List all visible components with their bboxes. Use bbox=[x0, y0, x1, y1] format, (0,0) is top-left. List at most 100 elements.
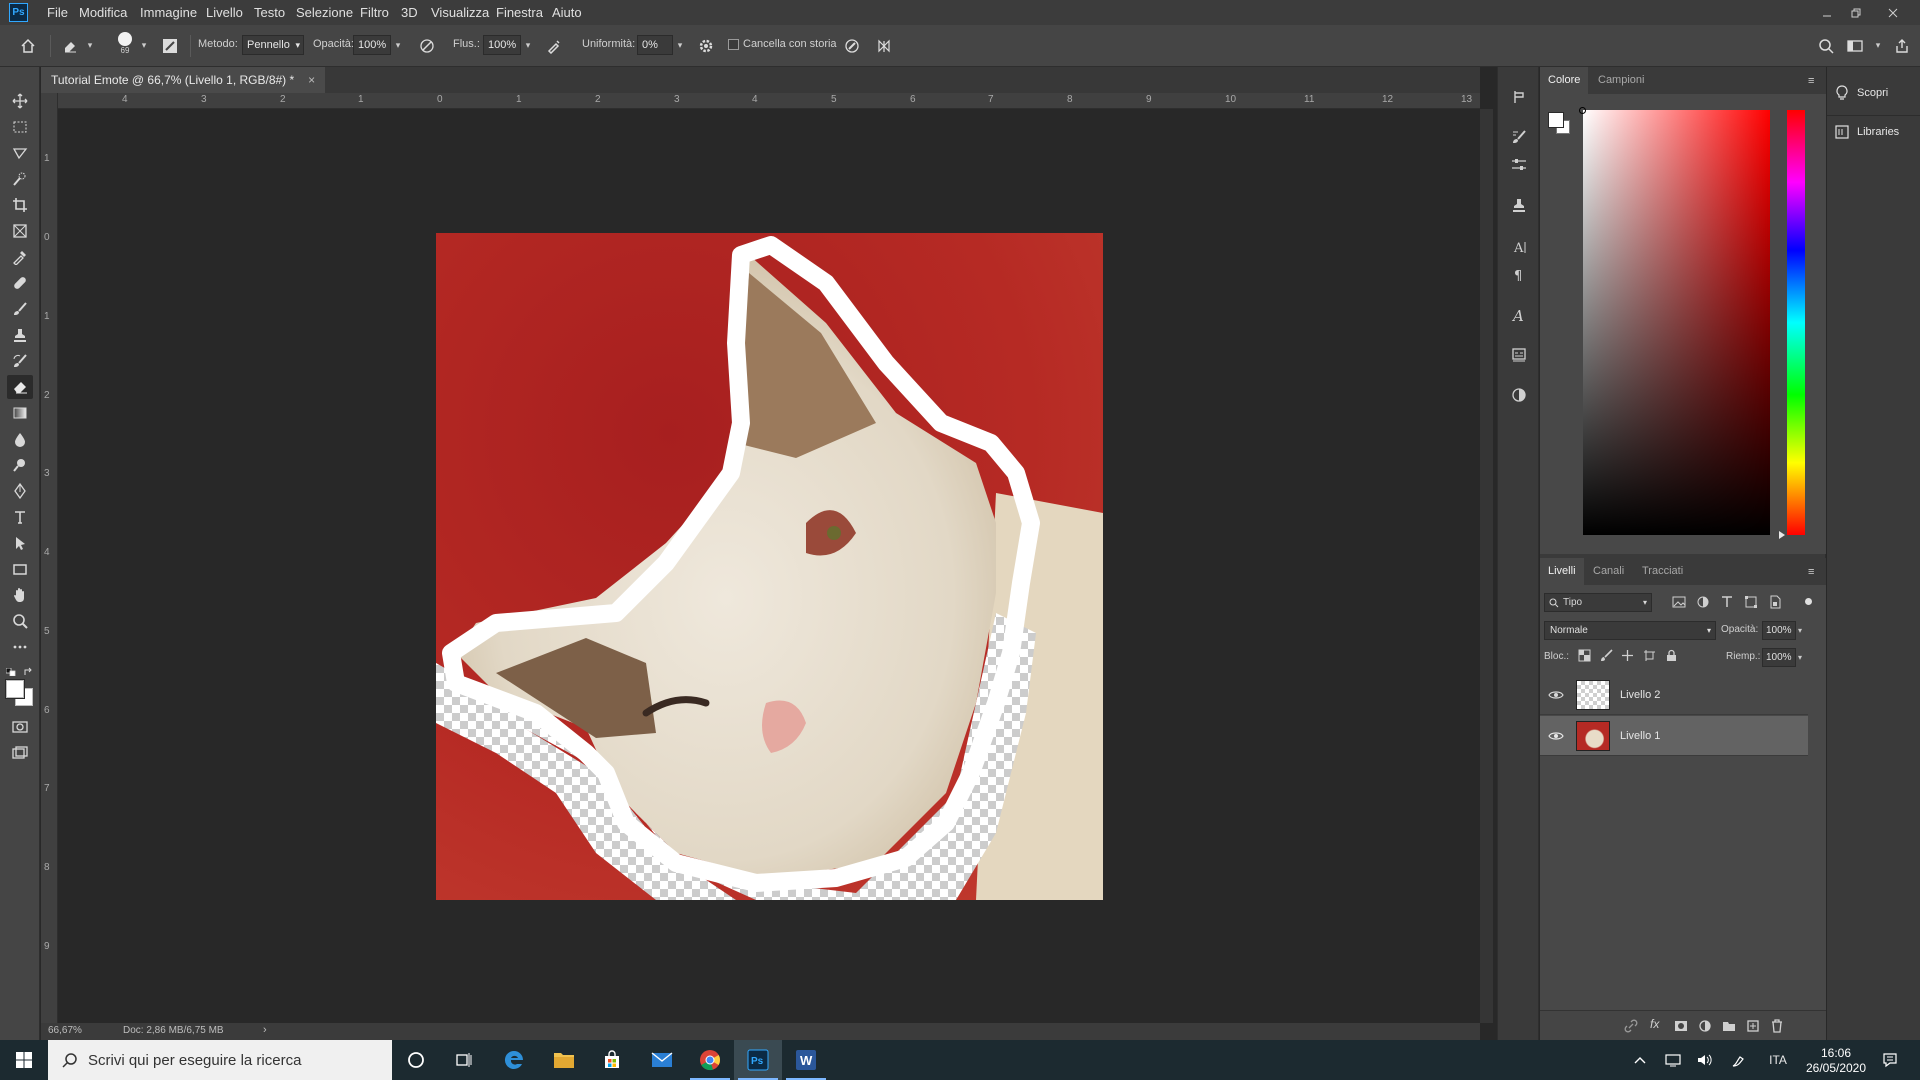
workspace-chevron[interactable]: ▾ bbox=[1871, 35, 1885, 55]
menu-filtro[interactable]: Filtro bbox=[353, 0, 396, 25]
new-adjustment-button[interactable] bbox=[1698, 1019, 1712, 1033]
layer-filter-select[interactable]: Tipo ▾ bbox=[1544, 593, 1652, 612]
panel-menu-icon[interactable]: ≡ bbox=[1808, 75, 1814, 87]
foreground-color-swatch[interactable] bbox=[6, 680, 24, 698]
lock-pixels-button[interactable] bbox=[1600, 649, 1613, 662]
horizontal-ruler[interactable]: 4 3 2 1 0 1 2 3 4 5 6 7 8 9 10 11 12 13 bbox=[58, 93, 1480, 109]
photoshop-app[interactable]: Ps bbox=[734, 1040, 782, 1080]
lock-artboard-button[interactable] bbox=[1643, 649, 1656, 662]
filter-toggle[interactable] bbox=[1805, 598, 1812, 605]
symmetry-button[interactable] bbox=[872, 34, 896, 58]
layer-row[interactable]: Livello 2 bbox=[1540, 675, 1808, 715]
healing-brush-tool[interactable] bbox=[7, 271, 33, 295]
pen-workspace-button[interactable] bbox=[1724, 1040, 1754, 1080]
dodge-tool[interactable] bbox=[7, 453, 33, 477]
lasso-tool[interactable] bbox=[7, 141, 33, 165]
pressure-size-button[interactable] bbox=[840, 34, 864, 58]
input-language[interactable]: ITA bbox=[1760, 1040, 1796, 1080]
flow-input[interactable]: 100% bbox=[483, 35, 521, 55]
method-select[interactable]: Pennello ▾ bbox=[242, 35, 304, 55]
brush-settings-button[interactable] bbox=[158, 34, 182, 58]
file-explorer-app[interactable] bbox=[540, 1040, 588, 1080]
filter-pixel-button[interactable] bbox=[1672, 595, 1686, 609]
paragraph-panel-button[interactable]: ¶ bbox=[1507, 263, 1531, 287]
tab-livelli[interactable]: Livelli bbox=[1540, 558, 1584, 585]
restore-button[interactable] bbox=[1837, 0, 1875, 25]
adjustments-layer-button[interactable] bbox=[1507, 383, 1531, 407]
smoothing-slider-chevron[interactable]: ▾ bbox=[673, 35, 687, 55]
delete-layer-button[interactable] bbox=[1770, 1019, 1784, 1033]
menu-livello[interactable]: Livello bbox=[199, 0, 250, 25]
gradient-tool[interactable] bbox=[7, 401, 33, 425]
flow-slider-chevron[interactable]: ▾ bbox=[521, 35, 535, 55]
menu-3d[interactable]: 3D bbox=[394, 0, 425, 25]
clock[interactable]: 16:06 26/05/2020 bbox=[1798, 1043, 1874, 1079]
edit-toolbar-button[interactable] bbox=[7, 635, 33, 659]
filter-adjustment-button[interactable] bbox=[1696, 595, 1710, 609]
lock-all-button[interactable] bbox=[1665, 649, 1678, 662]
status-chevron-icon[interactable]: › bbox=[263, 1024, 267, 1036]
pressure-opacity-button[interactable] bbox=[415, 34, 439, 58]
brush-settings-panel-button[interactable] bbox=[1507, 125, 1531, 149]
layer-name[interactable]: Livello 1 bbox=[1620, 730, 1660, 742]
tool-preset-picker[interactable] bbox=[58, 34, 82, 58]
brush-tool[interactable] bbox=[7, 297, 33, 321]
panel-menu-icon[interactable]: ≡ bbox=[1808, 566, 1814, 578]
eye-icon[interactable] bbox=[1548, 687, 1564, 703]
quick-selection-tool[interactable] bbox=[7, 167, 33, 191]
opacity-input[interactable]: 100% bbox=[353, 35, 391, 55]
foreground-swatch[interactable] bbox=[1548, 112, 1564, 128]
fill-chevron[interactable]: ▾ bbox=[1798, 648, 1802, 667]
action-center-button[interactable] bbox=[1872, 1040, 1908, 1080]
chrome-app[interactable] bbox=[686, 1040, 734, 1080]
tab-campioni[interactable]: Campioni bbox=[1590, 67, 1652, 94]
type-tool[interactable] bbox=[7, 505, 33, 529]
hue-slider[interactable] bbox=[1787, 110, 1805, 535]
hand-tool[interactable] bbox=[7, 583, 33, 607]
document-canvas[interactable] bbox=[436, 233, 1103, 900]
close-tab-icon[interactable]: × bbox=[308, 67, 315, 93]
link-layers-button[interactable] bbox=[1624, 1019, 1638, 1033]
menu-aiuto[interactable]: Aiuto bbox=[545, 0, 589, 25]
menu-file[interactable]: File bbox=[40, 0, 75, 25]
volume-button[interactable] bbox=[1690, 1040, 1720, 1080]
clone-source-panel-button[interactable] bbox=[1507, 193, 1531, 217]
start-button[interactable] bbox=[0, 1040, 48, 1080]
eraser-tool[interactable] bbox=[7, 375, 33, 399]
task-view-button[interactable] bbox=[440, 1040, 488, 1080]
blur-tool[interactable] bbox=[7, 427, 33, 451]
tab-tracciati[interactable]: Tracciati bbox=[1634, 558, 1691, 585]
airbrush-button[interactable] bbox=[542, 34, 566, 58]
marquee-tool[interactable] bbox=[7, 115, 33, 139]
clone-stamp-tool[interactable] bbox=[7, 323, 33, 347]
brush-picker-chevron[interactable]: ▾ bbox=[137, 35, 151, 55]
store-app[interactable] bbox=[588, 1040, 636, 1080]
crop-tool[interactable] bbox=[7, 193, 33, 217]
vertical-ruler[interactable]: 1 0 1 2 3 4 5 6 7 8 9 bbox=[41, 93, 58, 1023]
cortana-button[interactable] bbox=[392, 1040, 440, 1080]
share-button[interactable] bbox=[1890, 34, 1914, 58]
libraries-button[interactable]: Libraries bbox=[1835, 125, 1899, 139]
history-panel-button[interactable] bbox=[1507, 85, 1531, 109]
eyedropper-tool[interactable] bbox=[7, 245, 33, 269]
saturation-value-field[interactable] bbox=[1583, 110, 1770, 535]
move-tool[interactable] bbox=[7, 89, 33, 113]
home-button[interactable] bbox=[16, 34, 40, 58]
swap-colors-button[interactable] bbox=[23, 667, 33, 677]
zoom-tool[interactable] bbox=[7, 609, 33, 633]
hue-slider-thumb[interactable] bbox=[1779, 531, 1785, 539]
add-mask-button[interactable] bbox=[1674, 1019, 1688, 1033]
layer-opacity-chevron[interactable]: ▾ bbox=[1798, 621, 1802, 640]
lock-position-button[interactable] bbox=[1621, 649, 1634, 662]
erase-history-checkbox[interactable] bbox=[728, 39, 739, 50]
tab-canali[interactable]: Canali bbox=[1585, 558, 1632, 585]
opacity-slider-chevron[interactable]: ▾ bbox=[391, 35, 405, 55]
menu-immagine[interactable]: Immagine bbox=[133, 0, 204, 25]
character-panel-button[interactable]: A bbox=[1507, 235, 1531, 259]
filter-type-button[interactable] bbox=[1720, 595, 1734, 609]
network-button[interactable] bbox=[1658, 1040, 1688, 1080]
smoothing-input[interactable]: 0% bbox=[637, 35, 673, 55]
blend-mode-select[interactable]: Normale ▾ bbox=[1544, 621, 1716, 640]
show-hidden-icons-button[interactable] bbox=[1626, 1040, 1654, 1080]
zoom-level[interactable]: 66,67% bbox=[48, 1025, 82, 1036]
